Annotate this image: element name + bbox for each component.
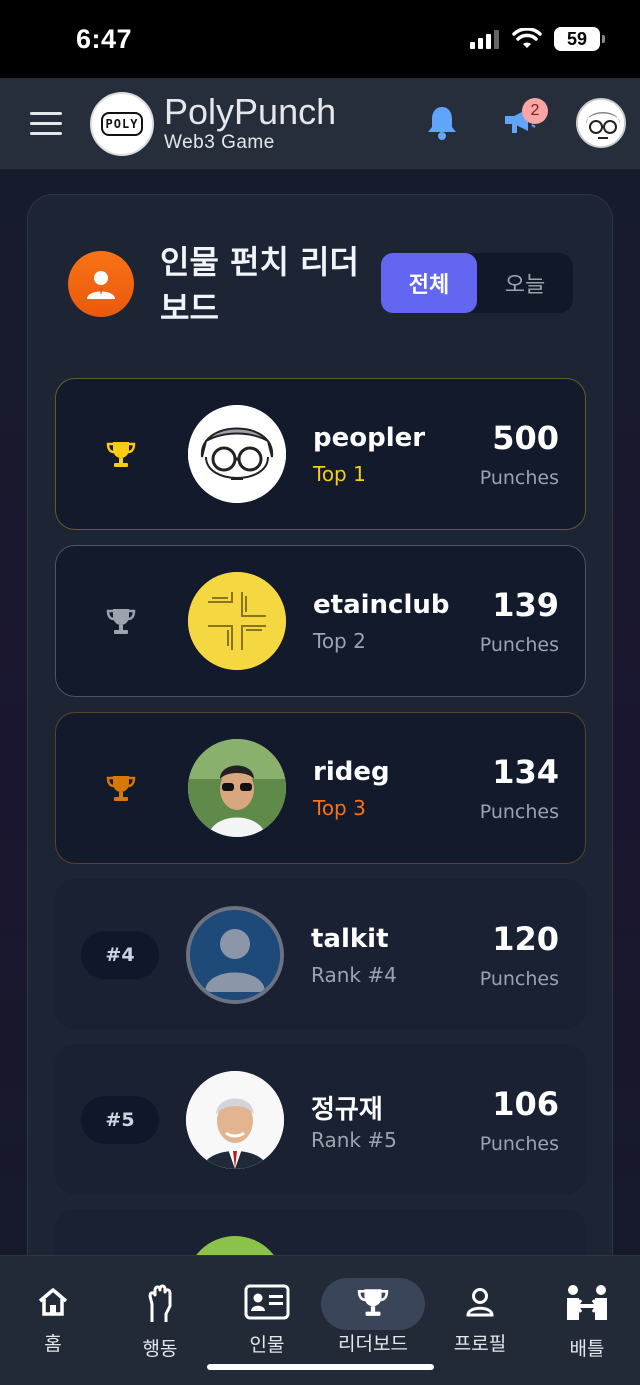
home-icon — [38, 1287, 68, 1316]
status-icons: 59 — [470, 27, 605, 51]
bronze-trophy-icon — [106, 776, 136, 801]
status-time: 6:47 — [76, 23, 133, 54]
app-logo[interactable]: POLY — [90, 91, 154, 156]
nav-home[interactable]: 홈 — [0, 1256, 106, 1356]
nav-leaderboard[interactable]: 리더보드 — [320, 1256, 426, 1356]
player-rank-label: Top 1 — [313, 462, 366, 486]
player-rank-label: Rank #5 — [311, 1128, 397, 1152]
toggle-today-button[interactable]: 오늘 — [477, 253, 573, 313]
gold-trophy-icon — [106, 442, 136, 467]
nav-label: 배틀 — [569, 1338, 605, 1360]
nav-label: 리더보드 — [338, 1333, 408, 1355]
punch-unit: Punches — [479, 634, 559, 656]
status-bar: 6:47 59 — [0, 0, 640, 78]
leaderboard-entry[interactable]: etainclub Top 2 139 Punches — [55, 545, 586, 697]
trophy-icon — [357, 1288, 389, 1316]
person-icon — [466, 1287, 494, 1316]
user-avatar[interactable] — [576, 98, 626, 148]
punch-count: 139 — [492, 586, 559, 624]
nav-action[interactable]: 행동 — [107, 1256, 213, 1360]
punch-count: 106 — [492, 1085, 559, 1123]
app-subtitle: Web3 Game — [164, 131, 275, 153]
rank-badge: #5 — [81, 1096, 159, 1144]
rank-badge: #4 — [81, 931, 159, 979]
bell-icon[interactable] — [426, 104, 458, 140]
toggle-all-button[interactable]: 전체 — [381, 253, 477, 313]
player-rank-label: Rank #4 — [311, 963, 397, 987]
nav-label: 인물 — [249, 1334, 285, 1356]
nav-battle[interactable]: 배틀 — [534, 1256, 640, 1360]
punch-count: 120 — [492, 920, 559, 958]
player-name: etainclub — [313, 590, 450, 620]
avatar — [188, 739, 286, 837]
player-name: rideg — [313, 757, 390, 787]
avatar — [188, 405, 286, 503]
signal-icon — [470, 30, 499, 49]
leaderboard-panel: 인물 펀치 리더보드 전체 오늘 peopler Top 1 500 Punch… — [27, 194, 613, 1359]
punch-unit: Punches — [479, 801, 559, 823]
nav-label: 홈 — [44, 1333, 62, 1355]
punch-unit: Punches — [479, 968, 559, 990]
cartoon-face-icon — [578, 100, 624, 146]
leaderboard-entry[interactable]: rideg Top 3 134 Punches — [55, 712, 586, 864]
avatar — [188, 572, 286, 670]
brand: PolyPunch Web3 Game — [164, 90, 337, 155]
period-toggle: 전체 오늘 — [381, 253, 573, 313]
leaderboard-entry[interactable]: #5 정규재 Rank #5 106 Punches — [55, 1044, 586, 1194]
default-user-icon — [190, 910, 280, 1000]
player-name: 정규재 — [311, 1095, 383, 1125]
home-indicator — [207, 1364, 434, 1370]
app-title: PolyPunch — [164, 90, 337, 132]
person-badge-icon — [68, 251, 134, 317]
menu-button[interactable] — [30, 112, 62, 135]
punch-unit: Punches — [479, 1133, 559, 1155]
cartoon-face-icon — [188, 405, 286, 503]
id-card-icon — [244, 1284, 290, 1320]
punch-unit: Punches — [479, 467, 559, 489]
battery-indicator: 59 — [554, 27, 605, 51]
silver-trophy-icon — [106, 609, 136, 634]
app-header: POLY PolyPunch Web3 Game 2 — [0, 78, 640, 170]
leaderboard-header: 인물 펀치 리더보드 전체 오늘 — [68, 239, 588, 329]
fist-icon — [148, 1284, 172, 1322]
nav-label: 행동 — [142, 1338, 178, 1360]
notification-badge: 2 — [522, 98, 548, 124]
leaderboard-entry[interactable]: #4 talkit Rank #4 120 Punches — [55, 879, 586, 1029]
photo-person-icon — [188, 739, 286, 837]
player-name: peopler — [313, 423, 426, 453]
main-content: 인물 펀치 리더보드 전체 오늘 peopler Top 1 500 Punch… — [0, 170, 640, 1359]
punch-count: 500 — [492, 419, 559, 457]
nav-label: 프로필 — [453, 1333, 507, 1355]
leaderboard-title: 인물 펀치 리더보드 — [160, 243, 359, 327]
nav-people[interactable]: 인물 — [214, 1256, 320, 1356]
hands-circle-icon — [188, 572, 286, 670]
photo-person-icon — [186, 1071, 284, 1169]
player-name: talkit — [311, 924, 389, 954]
punch-count: 134 — [492, 753, 559, 791]
nav-profile[interactable]: 프로필 — [427, 1256, 533, 1356]
wifi-icon — [512, 28, 542, 48]
logo-text: POLY — [100, 111, 144, 136]
player-rank-label: Top 3 — [313, 796, 366, 820]
leaderboard-entry[interactable]: peopler Top 1 500 Punches — [55, 378, 586, 530]
battle-icon — [567, 1285, 607, 1320]
avatar — [186, 906, 284, 1004]
avatar — [186, 1071, 284, 1169]
player-rank-label: Top 2 — [313, 629, 366, 653]
